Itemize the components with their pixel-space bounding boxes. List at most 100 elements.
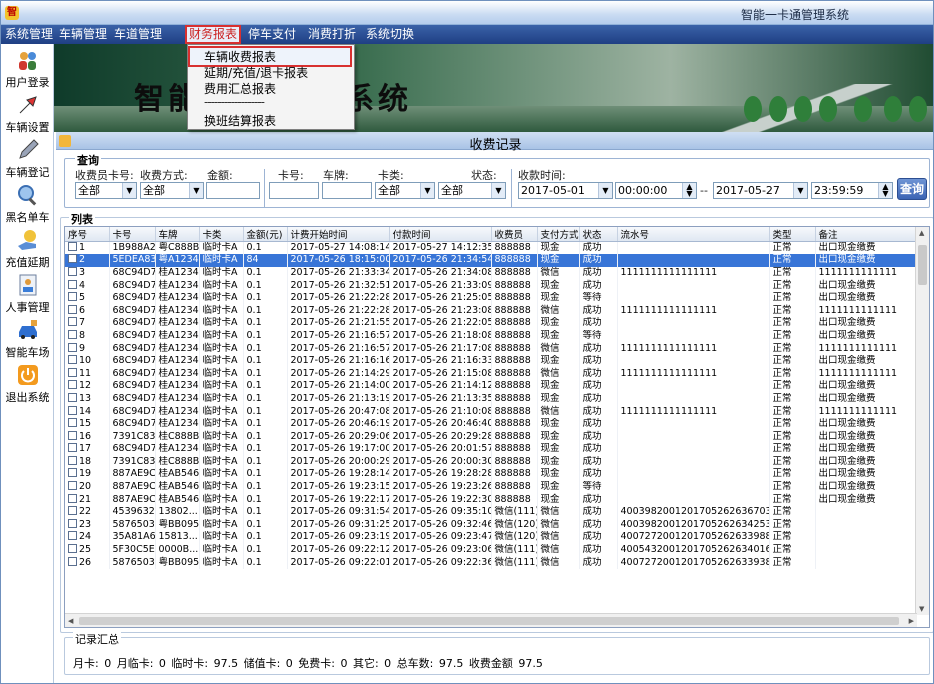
sidebar-item-blacklist[interactable]: 黑名单车 (1, 181, 54, 225)
sidebar-item-login[interactable]: 用户登录 (1, 46, 54, 90)
menu-switch[interactable]: 系统切换 (364, 27, 416, 42)
table-row[interactable]: 14 68C94D79桂A12345临时卡A0.12017-05-26 20:47… (65, 405, 917, 418)
row-checkbox[interactable] (68, 242, 77, 252)
column-header[interactable]: 卡号 (109, 227, 156, 242)
scroll-thumb[interactable] (918, 245, 927, 285)
menu-item-extension-recharge-report[interactable]: 延期/充值/退卡报表 (204, 64, 308, 81)
row-checkbox[interactable] (68, 468, 77, 478)
time-to-input[interactable]: 23:59:59 ▲ ▼ (811, 182, 893, 199)
table-row[interactable]: 20887AE9CF桂AB5467临时卡A0.12017-05-26 19:23… (65, 480, 917, 494)
table-row[interactable]: 255F30C5ED0000B...临时卡A0.12017-05-26 09:2… (65, 543, 917, 557)
scroll-right-icon[interactable]: ▶ (909, 617, 914, 625)
table-row[interactable]: 4 68C94D79桂A12345临时卡A0.12017-05-26 21:32:… (65, 279, 917, 292)
column-header[interactable]: 序号 (65, 227, 110, 242)
spinner-icon[interactable]: ▲ ▼ (878, 183, 892, 198)
row-checkbox[interactable] (68, 405, 77, 415)
column-header[interactable]: 类型 (769, 227, 816, 242)
table-row[interactable]: 7 68C94D79桂A12345临时卡A0.12017-05-26 21:21:… (65, 317, 917, 330)
menu-discount[interactable]: 消费打折 (306, 27, 358, 42)
table-row[interactable]: 224539632913802...临时卡A0.12017-05-26 09:3… (65, 505, 917, 519)
menu-item-vehicle-fee-report[interactable]: 车辆收费报表 (188, 46, 352, 67)
menu-vehicle[interactable]: 车辆管理 (57, 27, 109, 42)
table-row[interactable]: 2658765038粤BB095U临时卡A0.12017-05-26 09:22… (65, 556, 917, 569)
table-row[interactable]: 23 58765038粤BB095U临时卡A0.12017-05-26 09:31… (65, 518, 917, 532)
table-row[interactable]: 9 68C94D79桂A12345临时卡A0.12017-05-26 21:16:… (65, 342, 917, 355)
menu-system[interactable]: 系统管理 (3, 27, 55, 42)
menu-finance-report[interactable]: 财务报表 (184, 25, 242, 44)
sidebar-item-vehicle-setting[interactable]: 车辆设置 (1, 91, 54, 135)
column-header[interactable]: 金额(元) (243, 227, 288, 242)
column-header[interactable]: 计费开始时间 (287, 227, 390, 242)
table-row[interactable]: 3 68C94D79桂A12345临时卡A0.12017-05-26 21:33:… (65, 266, 917, 280)
table-row[interactable]: 1368C94D79桂A12345临时卡A0.12017-05-26 21:13… (65, 392, 917, 406)
time-from-input[interactable]: 00:00:00 ▲ ▼ (615, 182, 697, 199)
scroll-down-icon[interactable]: ▼ (919, 605, 924, 613)
column-header[interactable]: 状态 (579, 227, 618, 242)
row-checkbox[interactable] (68, 493, 77, 503)
card-type-select[interactable]: 全部 ▼ (375, 182, 435, 199)
table-row[interactable]: 1268C94D79桂A12345临时卡A0.12017-05-26 21:14… (65, 380, 917, 393)
row-checkbox[interactable] (68, 455, 77, 465)
sidebar-item-exit[interactable]: 退出系统 (1, 361, 54, 405)
collector-select[interactable]: 全部 ▼ (75, 182, 137, 199)
table-row[interactable]: 187391C832桂C888B2临时卡A0.12017-05-26 20:00… (65, 455, 917, 469)
column-header[interactable]: 付款时间 (389, 227, 492, 242)
table-row[interactable]: 5 68C94D79桂A12345临时卡A0.12017-05-26 21:22:… (65, 291, 917, 305)
table-row[interactable]: 1 1B988A23粤C888B2临时卡A0.12017-05-27 14:08:… (65, 241, 917, 255)
row-checkbox[interactable] (68, 279, 77, 289)
row-checkbox[interactable] (68, 367, 77, 377)
spinner-icon[interactable]: ▲ ▼ (682, 183, 696, 198)
row-checkbox[interactable] (68, 418, 77, 428)
column-header[interactable]: 收费员 (491, 227, 538, 242)
scroll-left-icon[interactable]: ◀ (68, 617, 73, 625)
column-header[interactable]: 车牌 (155, 227, 200, 242)
menu-parking-pay[interactable]: 停车支付 (246, 27, 298, 42)
plate-input[interactable] (322, 182, 372, 199)
row-checkbox[interactable] (68, 266, 77, 276)
table-row[interactable]: 6 68C94D79桂A12345临时卡A0.12017-05-26 21:22:… (65, 304, 917, 318)
amount-input[interactable] (206, 182, 260, 199)
row-checkbox[interactable] (68, 556, 77, 566)
table-row[interactable]: 1568C94D79桂A12345临时卡A0.12017-05-26 20:46… (65, 417, 917, 431)
column-header[interactable]: 支付方式 (537, 227, 580, 242)
table-row[interactable]: 167391C832桂C888B2临时卡A0.12017-05-26 20:29… (65, 430, 917, 443)
table-row[interactable]: 11 68C94D79桂A12345临时卡A0.12017-05-26 21:14… (65, 367, 917, 381)
sidebar-item-smart-parking[interactable]: 智能车场 (1, 316, 54, 360)
date-to-picker[interactable]: 2017-05-27 ▼ (713, 182, 808, 199)
payment-method-select[interactable]: 全部 ▼ (140, 182, 204, 199)
row-checkbox[interactable] (68, 292, 77, 302)
scroll-up-icon[interactable]: ▲ (919, 229, 924, 237)
vertical-scrollbar[interactable]: ▲ ▼ (915, 227, 929, 615)
scroll-thumb[interactable] (79, 617, 899, 625)
table-row[interactable]: 21887AE9CF桂AB5467临时卡A0.12017-05-26 19:22… (65, 493, 917, 506)
table-row[interactable]: 2435A81A6D15813...临时卡A0.12017-05-26 09:2… (65, 531, 917, 544)
card-number-input[interactable] (269, 182, 319, 199)
row-checkbox[interactable] (68, 430, 77, 440)
row-checkbox[interactable] (68, 329, 77, 339)
sidebar-item-recharge[interactable]: 充值延期 (1, 226, 54, 270)
row-checkbox[interactable] (68, 481, 77, 491)
row-checkbox[interactable] (68, 254, 77, 264)
row-checkbox[interactable] (68, 506, 77, 516)
row-checkbox[interactable] (68, 304, 77, 314)
table-row[interactable]: 2 5EDEA839粤A12345临时卡A842017-05-26 18:15:0… (65, 254, 917, 267)
horizontal-scrollbar[interactable]: ◀ ▶ (65, 613, 917, 627)
row-checkbox[interactable] (68, 544, 77, 554)
row-checkbox[interactable] (68, 531, 77, 541)
menu-item-shift-settlement-report[interactable]: 换班结算报表 (204, 112, 276, 129)
row-checkbox[interactable] (68, 392, 77, 402)
date-from-picker[interactable]: 2017-05-01 ▼ (518, 182, 613, 199)
row-checkbox[interactable] (68, 317, 77, 327)
column-header[interactable]: 备注 (815, 227, 917, 242)
sidebar-item-vehicle-register[interactable]: 车辆登记 (1, 136, 54, 180)
table-row[interactable]: 17 68C94D79桂A12345临时卡A0.12017-05-26 19:17… (65, 443, 917, 456)
query-button[interactable]: 查询 (897, 178, 927, 200)
table-row[interactable]: 1068C94D79桂A12345临时卡A0.12017-05-26 21:16… (65, 354, 917, 368)
row-checkbox[interactable] (68, 443, 77, 453)
menu-item-fee-summary-report[interactable]: 费用汇总报表 (204, 80, 276, 97)
row-checkbox[interactable] (68, 380, 77, 390)
table-row[interactable]: 19887AE9CF桂AB5467临时卡A0.12017-05-26 19:28… (65, 468, 917, 481)
row-checkbox[interactable] (68, 518, 77, 528)
row-checkbox[interactable] (68, 342, 77, 352)
column-header[interactable]: 流水号 (617, 227, 770, 242)
